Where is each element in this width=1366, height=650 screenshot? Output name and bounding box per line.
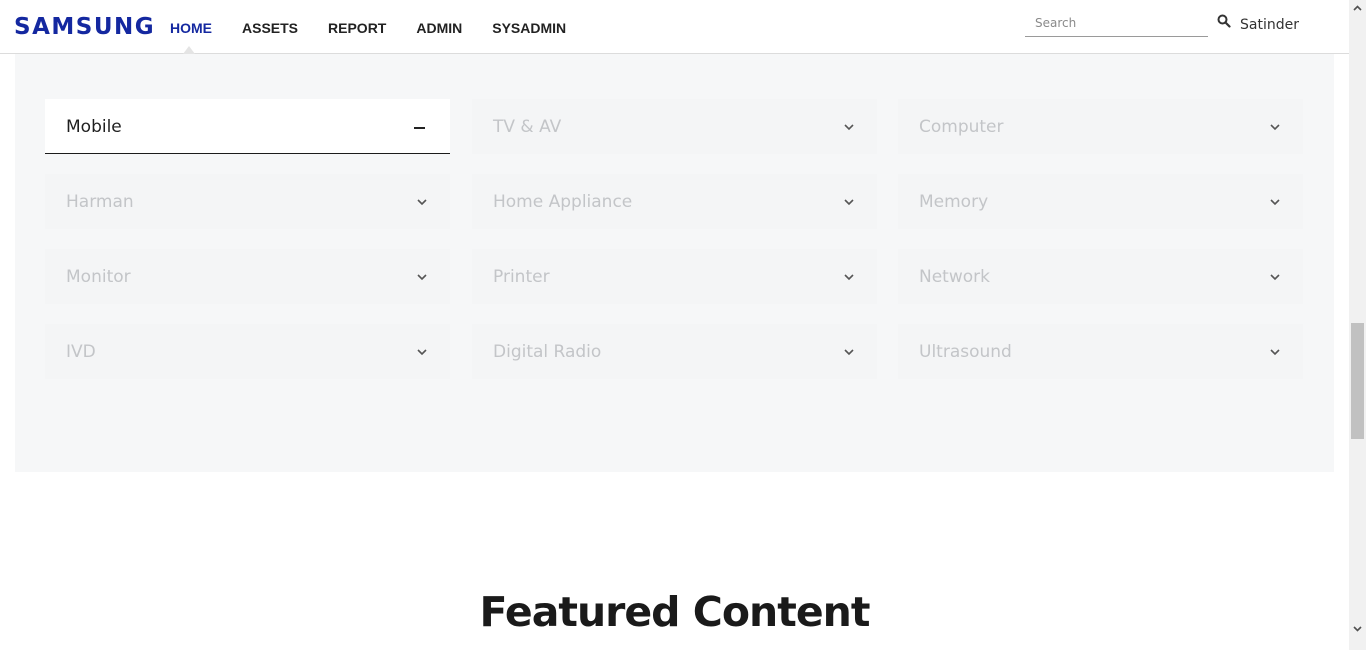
search-box <box>1025 12 1208 37</box>
nav-assets[interactable]: ASSETS <box>242 19 298 39</box>
search-icon[interactable] <box>1217 14 1231 28</box>
chevron-down-icon <box>417 274 427 281</box>
category-panel: Mobile TV & AV Computer Harman Home Appl… <box>15 54 1334 472</box>
category-ivd[interactable]: IVD <box>45 324 450 379</box>
category-home-appliance[interactable]: Home Appliance <box>472 174 877 229</box>
scroll-up-icon[interactable] <box>1352 3 1363 14</box>
category-network[interactable]: Network <box>898 249 1303 304</box>
user-name[interactable]: Satinder <box>1240 16 1299 34</box>
chevron-down-icon <box>417 199 427 206</box>
chevron-down-icon <box>1270 274 1280 281</box>
scroll-down-icon[interactable] <box>1352 623 1363 634</box>
chevron-down-icon <box>844 124 854 131</box>
nav-admin[interactable]: ADMIN <box>416 19 462 39</box>
chevron-down-icon <box>844 274 854 281</box>
category-ultrasound[interactable]: Ultrasound <box>898 324 1303 379</box>
category-memory[interactable]: Memory <box>898 174 1303 229</box>
category-harman[interactable]: Harman <box>45 174 450 229</box>
nav-report[interactable]: REPORT <box>328 19 386 39</box>
category-label: Home Appliance <box>493 192 633 212</box>
page-scrollbar[interactable] <box>1349 0 1366 650</box>
minus-icon <box>414 127 425 129</box>
category-computer[interactable]: Computer <box>898 99 1303 154</box>
category-label: Computer <box>919 117 1004 137</box>
chevron-down-icon <box>417 349 427 356</box>
chevron-down-icon <box>1270 199 1280 206</box>
samsung-logo[interactable]: SAMSUNG <box>14 13 155 41</box>
main-nav: HOME ASSETS REPORT ADMIN SYSADMIN <box>170 19 596 39</box>
category-label: IVD <box>66 342 96 362</box>
nav-home[interactable]: HOME <box>170 19 212 39</box>
category-label: Monitor <box>66 267 131 287</box>
chevron-down-icon <box>844 199 854 206</box>
category-printer[interactable]: Printer <box>472 249 877 304</box>
category-label: TV & AV <box>493 117 562 137</box>
category-label: Mobile <box>66 117 122 137</box>
top-header: SAMSUNG HOME ASSETS REPORT ADMIN SYSADMI… <box>0 0 1349 54</box>
category-monitor[interactable]: Monitor <box>45 249 450 304</box>
chevron-down-icon <box>844 349 854 356</box>
category-label: Printer <box>493 267 550 287</box>
category-digital-radio[interactable]: Digital Radio <box>472 324 877 379</box>
chevron-down-icon <box>1270 124 1280 131</box>
category-label: Memory <box>919 192 989 212</box>
category-tv-av[interactable]: TV & AV <box>472 99 877 154</box>
category-mobile[interactable]: Mobile <box>45 99 450 154</box>
category-label: Digital Radio <box>493 342 602 362</box>
chevron-down-icon <box>1270 349 1280 356</box>
search-input[interactable] <box>1025 12 1208 34</box>
scrollbar-thumb[interactable] <box>1351 323 1364 439</box>
category-label: Network <box>919 267 990 287</box>
category-label: Ultrasound <box>919 342 1012 362</box>
active-nav-indicator <box>183 46 195 54</box>
featured-content-heading: Featured Content <box>479 588 871 636</box>
nav-sysadmin[interactable]: SYSADMIN <box>492 19 566 39</box>
category-label: Harman <box>66 192 134 212</box>
